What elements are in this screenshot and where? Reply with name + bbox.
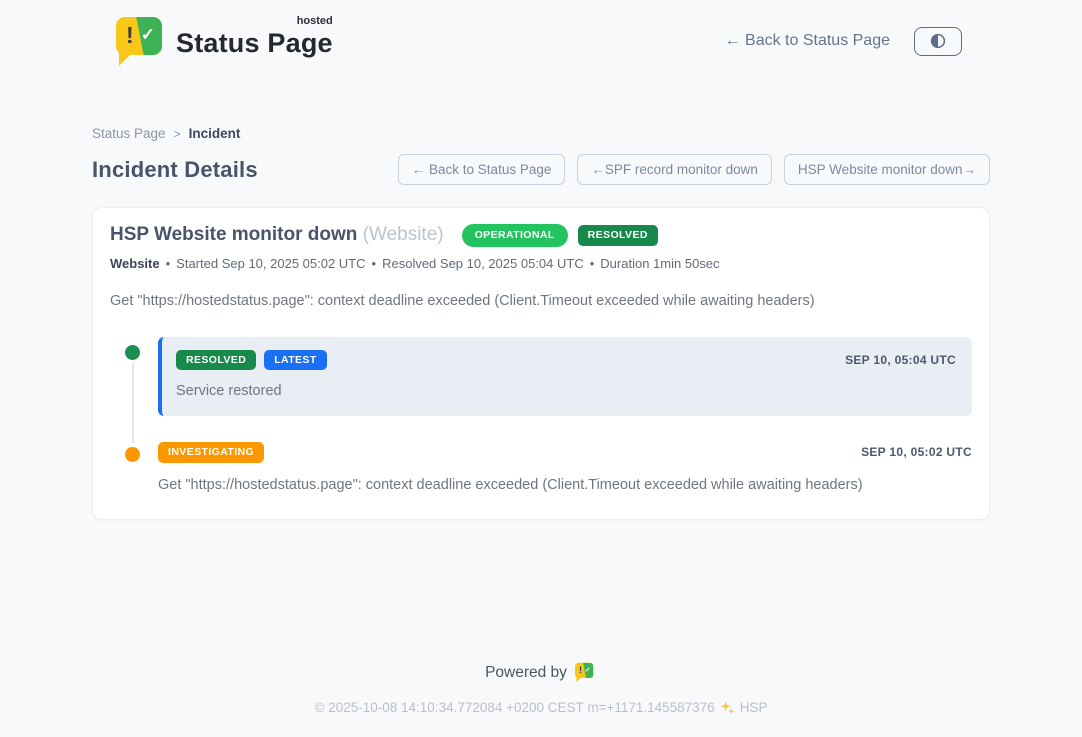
logo-bubble: ! ✓ (116, 17, 162, 55)
breadcrumb: Status Page > Incident (92, 126, 990, 141)
timeline-entry-header: INVESTIGATING SEP 10, 05:02 UTC (158, 442, 972, 463)
incident-resolved: Resolved Sep 10, 2025 05:04 UTC (382, 256, 584, 271)
logo-text: hosted Status Page (176, 15, 333, 59)
status-page-logo-icon: ! ✓ (116, 15, 162, 67)
copyright-text: © 2025-10-08 14:10:34.772084 +0200 CEST … (315, 700, 715, 715)
timeline-dot-green (125, 345, 140, 360)
investigating-status-badge: INVESTIGATING (158, 442, 264, 463)
logo-hosted-label: hosted (297, 15, 333, 27)
back-to-status-page-link[interactable]: ← Back to Status Page (725, 32, 890, 50)
checkmark-icon: ✓ (141, 26, 155, 43)
circle-half-icon (929, 32, 947, 50)
timeline-dot-orange (125, 447, 140, 462)
incident-timeline: RESOLVED LATEST SEP 10, 05:04 UTC Servic… (110, 337, 972, 493)
title-row: Incident Details ← Back to Status Page ←… (92, 154, 990, 185)
breadcrumb-separator: > (174, 127, 181, 141)
back-to-status-page-button[interactable]: ← Back to Status Page (398, 154, 566, 185)
timeline-entry-investigating: INVESTIGATING SEP 10, 05:02 UTC Get "htt… (110, 442, 972, 493)
resolved-status-badge: RESOLVED (176, 350, 256, 371)
exclamation-icon: ! (126, 24, 134, 47)
timeline-plain-box: INVESTIGATING SEP 10, 05:02 UTC Get "htt… (158, 442, 972, 493)
logo[interactable]: ! ✓ hosted Status Page (116, 15, 333, 67)
incident-started: Started Sep 10, 2025 05:02 UTC (176, 256, 365, 271)
meta-separator: • (590, 256, 595, 271)
prev-incident-button[interactable]: ←SPF record monitor down (577, 154, 772, 185)
incident-nav-buttons: ← Back to Status Page ←SPF record monito… (398, 154, 990, 185)
meta-separator: • (372, 256, 377, 271)
timeline-timestamp: SEP 10, 05:04 UTC (845, 353, 956, 367)
timeline-message: Get "https://hostedstatus.page": context… (158, 477, 972, 493)
incident-meta: Website • Started Sep 10, 2025 05:02 UTC… (110, 256, 972, 271)
footer: Powered by ! ✓ © 2025-10-08 14:10:34.772… (0, 662, 1082, 737)
breadcrumb-status-page[interactable]: Status Page (92, 126, 166, 141)
timeline-entry-header: RESOLVED LATEST SEP 10, 05:04 UTC (176, 350, 956, 371)
logo-bubble-green (116, 17, 162, 55)
page-title: Incident Details (92, 157, 258, 183)
copyright-suffix: HSP (740, 700, 768, 715)
incident-service: Website (110, 256, 160, 271)
copyright: © 2025-10-08 14:10:34.772084 +0200 CEST … (0, 700, 1082, 715)
header: ! ✓ hosted Status Page ← Back to Status … (0, 0, 1082, 78)
timeline-message: Service restored (176, 383, 956, 399)
main-content: Status Page > Incident Incident Details … (92, 78, 990, 520)
powered-by: Powered by ! ✓ (0, 662, 1082, 684)
status-page-app: ! ✓ hosted Status Page ← Back to Status … (0, 0, 1082, 737)
incident-description: Get "https://hostedstatus.page": context… (110, 293, 972, 309)
timeline-timestamp: SEP 10, 05:02 UTC (861, 445, 972, 459)
incident-duration: Duration 1min 50sec (600, 256, 719, 271)
logo-brand-label: Status Page (176, 28, 333, 58)
header-right: ← Back to Status Page (725, 27, 962, 56)
meta-separator: • (166, 256, 171, 271)
logo-bubble-tail (119, 51, 134, 66)
timeline-highlight-box: RESOLVED LATEST SEP 10, 05:04 UTC Servic… (158, 337, 972, 417)
sparkles-icon (720, 700, 735, 715)
incident-card: HSP Website monitor down (Website) OPERA… (92, 207, 990, 520)
next-incident-button[interactable]: HSP Website monitor down→ (784, 154, 990, 185)
incident-title: HSP Website monitor down (Website) (110, 224, 444, 246)
resolved-badge: RESOLVED (578, 225, 658, 246)
incident-title-row: HSP Website monitor down (Website) OPERA… (110, 224, 972, 247)
breadcrumb-incident: Incident (189, 126, 241, 141)
incident-title-text: HSP Website monitor down (110, 224, 357, 245)
latest-badge: LATEST (264, 350, 326, 371)
incident-scope: (Website) (363, 224, 444, 245)
powered-by-text: Powered by (485, 664, 567, 682)
timeline-entry-resolved: RESOLVED LATEST SEP 10, 05:04 UTC Servic… (110, 337, 972, 417)
theme-toggle-button[interactable] (914, 27, 962, 56)
status-page-mini-logo-icon[interactable]: ! ✓ (575, 662, 597, 684)
operational-badge: OPERATIONAL (462, 224, 568, 247)
